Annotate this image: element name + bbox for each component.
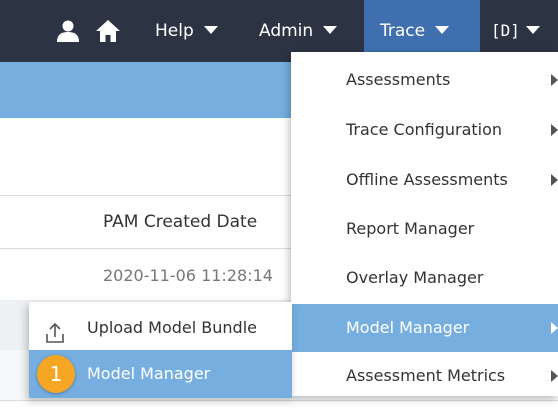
chevron-right-icon <box>551 370 558 382</box>
nav-help[interactable]: Help <box>155 0 218 62</box>
menu-item-assessments[interactable]: Assessments <box>291 56 558 104</box>
menu-item-label: Trace Configuration <box>346 120 503 139</box>
menu-item-label: Report Manager <box>346 219 475 238</box>
trace-dropdown-menu: Assessments Trace Configuration Offline … <box>291 52 558 396</box>
nav-admin-label: Admin <box>259 21 314 41</box>
chevron-right-icon <box>551 74 558 86</box>
menu-item-label: Overlay Manager <box>346 268 484 287</box>
menu-item-report-manager[interactable]: Report Manager <box>291 205 558 253</box>
nav-trace-label: Trace <box>380 21 426 41</box>
chevron-down-icon <box>203 26 218 34</box>
menu-item-label: Model Manager <box>346 318 470 337</box>
upload-icon <box>43 316 67 343</box>
chevron-down-icon <box>525 26 540 34</box>
submenu-item-label: Model Manager <box>87 364 211 383</box>
callout-badge: 1 <box>37 355 75 393</box>
home-icon[interactable] <box>95 19 121 47</box>
menu-item-label: Offline Assessments <box>346 170 508 189</box>
chevron-down-icon <box>323 26 338 34</box>
chevron-down-icon <box>435 26 450 34</box>
submenu-item-label: Upload Model Bundle <box>87 318 257 337</box>
menu-item-model-manager[interactable]: Model Manager <box>291 304 558 352</box>
chevron-right-icon <box>551 174 558 186</box>
divider <box>0 400 558 401</box>
chevron-right-icon <box>551 124 558 136</box>
menu-item-offline-assessments[interactable]: Offline Assessments <box>291 156 558 204</box>
nav-help-label: Help <box>155 21 194 41</box>
nav-user-badge: [D] <box>491 21 520 40</box>
user-icon[interactable] <box>56 19 80 47</box>
submenu-item-upload-model-bundle[interactable]: Upload Model Bundle <box>29 304 292 352</box>
menu-item-label: Assessment Metrics <box>346 366 506 385</box>
table-cell-date: 2020-11-06 11:28:14 <box>103 266 273 285</box>
menu-item-overlay-manager[interactable]: Overlay Manager <box>291 254 558 302</box>
menu-item-assessment-metrics[interactable]: Assessment Metrics <box>291 352 558 400</box>
chevron-right-icon <box>551 322 558 334</box>
menu-item-label: Assessments <box>346 70 451 89</box>
column-header-pam-created-date[interactable]: PAM Created Date <box>103 212 257 232</box>
menu-item-trace-configuration[interactable]: Trace Configuration <box>291 106 558 154</box>
